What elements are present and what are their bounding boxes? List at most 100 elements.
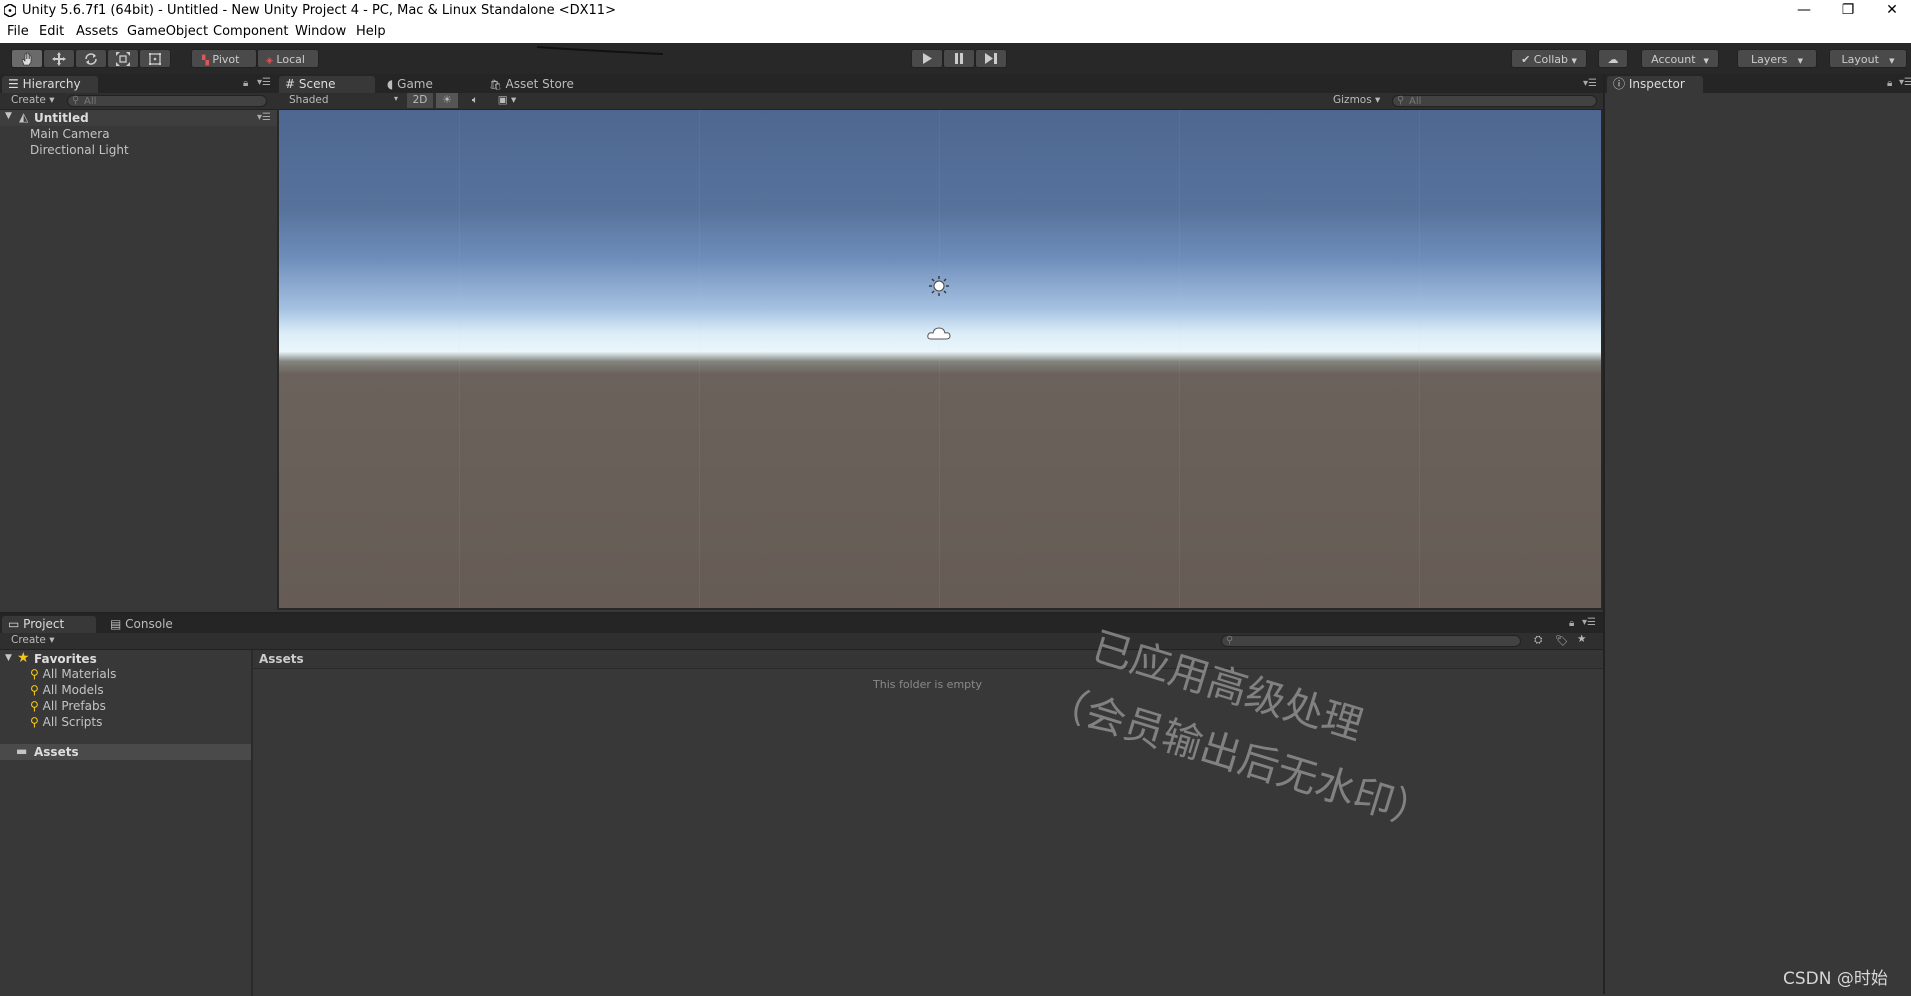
filter-by-label-icon[interactable]: 🏷︎ xyxy=(1555,634,1568,647)
gizmos-dropdown[interactable]: Gizmos ▾ xyxy=(1333,94,1380,106)
tab-asset-store-label: Asset Store xyxy=(505,77,574,91)
rect-tool-button[interactable] xyxy=(139,49,171,68)
scale-icon xyxy=(116,52,130,66)
search-icon: ⚲ xyxy=(30,715,39,729)
2d-toggle[interactable]: 2D xyxy=(407,93,433,108)
star-filter-icon[interactable]: ★ xyxy=(1577,633,1586,645)
search-icon: ⚲ xyxy=(30,667,39,681)
tab-project[interactable]: ▭ Project xyxy=(2,616,96,633)
local-label: Local xyxy=(276,53,305,66)
move-tool-button[interactable] xyxy=(43,49,75,68)
grid-line xyxy=(939,110,940,608)
pause-button[interactable] xyxy=(943,49,975,68)
layout-label: Layout xyxy=(1841,53,1879,66)
rotate-tool-button[interactable] xyxy=(75,49,107,68)
scene-toolbar: Shaded ▾ 2D ☀ 🔈︎ ▣ ▾ Gizmos ▾ ⚲ All xyxy=(277,93,1603,110)
scene-name: Untitled xyxy=(34,111,89,125)
move-icon xyxy=(52,52,66,66)
breadcrumb-assets[interactable]: Assets xyxy=(259,652,304,666)
tab-inspector[interactable]: ⓘ Inspector xyxy=(1607,76,1703,93)
layers-dropdown[interactable]: Layers ▼ xyxy=(1737,49,1817,68)
lock-icon[interactable]: 🔒︎ xyxy=(243,78,248,89)
lighting-toggle[interactable]: ☀ xyxy=(436,93,458,108)
create-label: Create xyxy=(11,94,46,106)
scene-search-input[interactable]: ⚲ All xyxy=(1392,95,1597,107)
tab-hierarchy[interactable]: ☰ Hierarchy xyxy=(2,76,98,93)
cloud-icon: ☁ xyxy=(1607,53,1619,66)
tab-console[interactable]: ▤ Console xyxy=(104,616,198,633)
account-label: Account xyxy=(1651,53,1696,66)
assets-folder-row[interactable]: ▬ Assets xyxy=(0,744,251,760)
tab-scene-label: Scene xyxy=(298,77,336,91)
menu-file[interactable]: File xyxy=(7,24,29,39)
favorite-label: All Prefabs xyxy=(42,699,106,713)
favorite-all-scripts[interactable]: ⚲ All Scripts xyxy=(30,715,102,729)
menu-help[interactable]: Help xyxy=(356,24,386,39)
project-create-dropdown[interactable]: Create ▾ xyxy=(11,634,55,646)
pivot-toggle[interactable]: ▚ Pivot xyxy=(191,49,257,68)
menu-edit[interactable]: Edit xyxy=(39,24,64,39)
scene-viewport[interactable] xyxy=(279,110,1601,608)
restore-button[interactable]: ❐ xyxy=(1826,0,1870,22)
favorite-label: All Materials xyxy=(42,667,117,681)
menu-assets[interactable]: Assets xyxy=(76,24,118,39)
filter-by-type-icon[interactable]: ⛭ xyxy=(1534,634,1542,647)
scale-tool-button[interactable] xyxy=(107,49,139,68)
minimize-button[interactable]: — xyxy=(1782,0,1826,22)
grid-line xyxy=(1179,110,1180,608)
collab-label: Collab xyxy=(1533,53,1569,66)
inspector-panel: ⓘ Inspector 🔒︎ ▾☰ xyxy=(1603,74,1911,994)
project-breadcrumb: Assets xyxy=(253,650,1603,669)
shopping-bag-icon: 🛍︎ xyxy=(489,80,502,91)
draw-mode-dropdown[interactable]: Shaded xyxy=(289,94,329,106)
close-button[interactable]: ✕ xyxy=(1870,0,1911,22)
favorite-all-prefabs[interactable]: ⚲ All Prefabs xyxy=(30,699,106,713)
lock-icon[interactable]: 🔒︎ xyxy=(1887,78,1892,89)
unity-scene-icon: ◭ xyxy=(19,110,29,124)
hierarchy-search-input[interactable]: ⚲ All xyxy=(67,95,267,107)
info-icon: ⓘ xyxy=(1613,77,1626,91)
grid-line xyxy=(699,110,700,608)
panel-menu-icon[interactable]: ▾☰ xyxy=(257,77,271,88)
main-camera-gizmo-icon[interactable] xyxy=(927,325,951,343)
step-button[interactable] xyxy=(975,49,1007,68)
panel-menu-icon[interactable]: ▾☰ xyxy=(1583,78,1597,89)
hand-tool-button[interactable] xyxy=(11,49,43,68)
tab-game[interactable]: ◖ Game xyxy=(381,76,471,93)
expand-arrow-icon[interactable]: ▼ xyxy=(5,653,12,663)
effects-dropdown[interactable]: ▣ ▾ xyxy=(492,93,522,108)
favorite-all-materials[interactable]: ⚲ All Materials xyxy=(30,667,116,681)
account-dropdown[interactable]: Account ▼ xyxy=(1641,49,1719,68)
scene-grid-icon: # xyxy=(285,77,296,91)
menu-window[interactable]: Window xyxy=(295,24,346,39)
play-button[interactable] xyxy=(911,49,943,68)
hierarchy-create-dropdown[interactable]: Create ▾ xyxy=(11,94,55,106)
chevron-down-icon: ▼ xyxy=(1699,57,1709,65)
favorites-label[interactable]: Favorites xyxy=(34,652,97,666)
project-search-input[interactable]: ⚲ xyxy=(1221,635,1521,647)
search-icon: ⚲ xyxy=(30,699,39,713)
expand-arrow-icon[interactable]: ▼ xyxy=(5,111,12,121)
layout-dropdown[interactable]: Layout ▼ xyxy=(1829,49,1907,68)
menu-component[interactable]: Component xyxy=(213,24,288,39)
lock-icon[interactable]: 🔒︎ xyxy=(1569,618,1574,629)
audio-toggle[interactable]: 🔈︎ xyxy=(464,93,486,108)
hierarchy-item-directional-light[interactable]: Directional Light xyxy=(30,143,129,157)
scene-root-row[interactable]: ▼ ◭ Untitled ▾☰ xyxy=(0,110,277,126)
search-icon: ⚲ xyxy=(72,95,80,106)
panel-menu-icon[interactable]: ▾☰ xyxy=(1582,617,1596,628)
tab-asset-store[interactable]: 🛍︎ Asset Store xyxy=(483,76,593,93)
tab-inspector-label: Inspector xyxy=(1628,77,1685,91)
cloud-button[interactable]: ☁ xyxy=(1598,49,1628,68)
panel-menu-icon[interactable]: ▾☰ xyxy=(1899,77,1911,88)
scene-menu-icon[interactable]: ▾☰ xyxy=(257,112,271,123)
tab-scene[interactable]: # Scene xyxy=(279,76,375,93)
directional-light-gizmo-icon[interactable] xyxy=(928,275,950,297)
local-toggle[interactable]: ◈ Local xyxy=(257,49,319,68)
favorite-all-models[interactable]: ⚲ All Models xyxy=(30,683,104,697)
menu-gameobject[interactable]: GameObject xyxy=(127,24,208,39)
hierarchy-item-main-camera[interactable]: Main Camera xyxy=(30,127,110,141)
check-icon: ✔ xyxy=(1521,53,1531,66)
collab-dropdown[interactable]: ✔ Collab ▼ xyxy=(1511,49,1587,68)
tab-console-label: Console xyxy=(125,617,173,631)
